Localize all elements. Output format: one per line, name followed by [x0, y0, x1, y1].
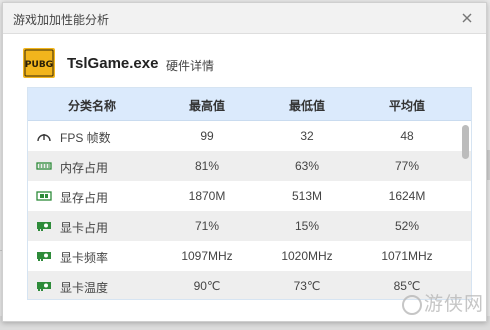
row-max: 71%: [194, 219, 220, 233]
memory-icon: [36, 159, 52, 173]
row-max: 1097MHz: [181, 249, 233, 263]
column-header-max: 最高值: [188, 99, 225, 113]
row-name: 内存占用: [60, 161, 109, 175]
app-name: TslGame.exe: [67, 55, 159, 72]
row-min: 15%: [294, 219, 320, 233]
row-name: 显卡占用: [60, 221, 109, 235]
watermark: 游侠网: [401, 289, 484, 316]
row-name: FPS 帧数: [60, 131, 111, 145]
watermark-logo-icon: [401, 295, 422, 315]
scrollbar-thumb[interactable]: [462, 125, 469, 159]
pubg-logo-icon: PUBG: [23, 47, 55, 79]
table-row: FPS 帧数 99 32 48: [28, 121, 471, 151]
row-max: 90℃: [193, 279, 221, 293]
table-row: 显存占用 1870M 513M 1624M: [28, 181, 471, 211]
row-name: 显卡频率: [60, 251, 109, 265]
gpu-icon: [36, 219, 52, 233]
row-min: 513M: [291, 189, 323, 203]
table-row: 内存占用 81% 63% 77%: [28, 151, 471, 181]
column-header-avg: 平均值: [388, 99, 425, 113]
row-max: 99: [200, 129, 214, 143]
row-avg: 1071MHz: [381, 249, 433, 263]
dialog-title: 游戏加加性能分析: [13, 13, 110, 27]
table-row: 显卡频率 1097MHz 1020MHz 1071MHz: [28, 241, 471, 271]
row-max: 1870M: [188, 189, 226, 203]
svg-text:PUBG: PUBG: [25, 60, 53, 70]
hardware-details-label: 硬件详情: [166, 59, 215, 73]
row-min: 63%: [294, 159, 320, 173]
row-min: 1020MHz: [281, 249, 333, 263]
row-avg: 52%: [394, 219, 420, 233]
gpu-icon: [36, 249, 52, 263]
table-scrollbar[interactable]: [459, 121, 471, 299]
row-avg: 77%: [394, 159, 420, 173]
column-header-category: 分类名称: [67, 99, 116, 113]
row-max: 81%: [194, 159, 220, 173]
close-icon[interactable]: [460, 11, 474, 25]
dialog-titlebar: 游戏加加性能分析: [3, 3, 486, 34]
table-row: 显卡占用 71% 15% 52%: [28, 211, 471, 241]
table-header: 分类名称 最高值 最低值 平均值: [28, 88, 471, 121]
performance-dialog: 游戏加加性能分析 PUBG TslGame.exe 硬件详情 分类名称 最高值 …: [2, 2, 487, 322]
row-avg: 48: [400, 129, 414, 143]
gpu-icon: [36, 279, 52, 293]
row-min: 73℃: [293, 279, 321, 293]
vram-icon: [36, 189, 52, 203]
watermark-text: 游侠网: [423, 293, 484, 315]
column-header-min: 最低值: [288, 99, 325, 113]
row-avg: 1624M: [388, 189, 426, 203]
row-name: 显卡温度: [60, 281, 109, 295]
stats-table: 分类名称 最高值 最低值 平均值 FPS 帧数 99 32 48 内存占用 81…: [27, 87, 472, 300]
gauge-icon: [36, 129, 52, 143]
app-header: PUBG TslGame.exe 硬件详情: [23, 47, 463, 79]
row-name: 显存占用: [60, 191, 109, 205]
row-min: 32: [300, 129, 314, 143]
